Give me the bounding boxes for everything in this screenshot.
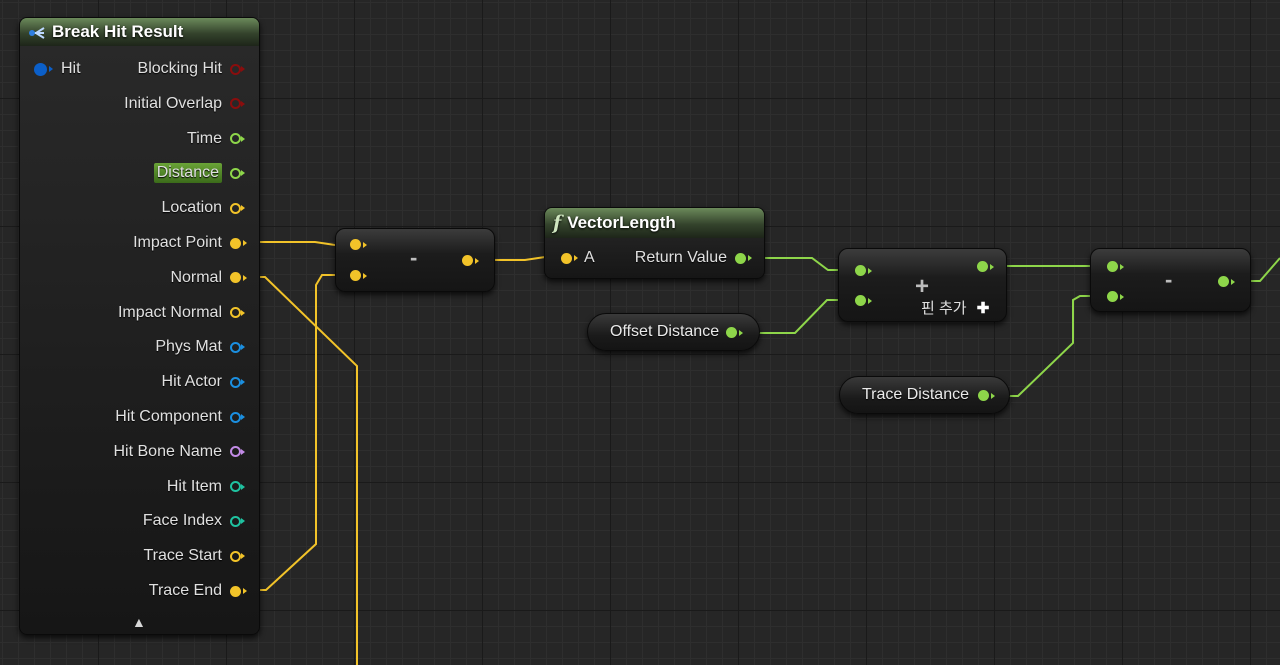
pin-location[interactable]: Location — [161, 197, 241, 219]
vector-pin-icon[interactable] — [230, 307, 241, 319]
pin-label: Hit Component — [115, 408, 222, 425]
pin-label: Time — [187, 129, 222, 147]
vector-pin-icon[interactable] — [230, 272, 241, 284]
float-output-pin[interactable] — [977, 261, 988, 272]
pin-label: Blocking Hit — [137, 60, 222, 77]
pin-hit-input[interactable]: Hit — [34, 58, 81, 80]
pin-label: Distance — [153, 163, 222, 184]
pin-label: Trace Start — [143, 547, 222, 565]
float-input-pin-b[interactable] — [1107, 291, 1118, 302]
add-float-node[interactable]: + 핀 추가 ✚ — [838, 248, 1007, 322]
pin-label: Trace End — [148, 582, 222, 599]
pin-phys-mat[interactable]: Phys Mat — [155, 336, 241, 358]
pin-return-value[interactable]: Return Value — [635, 247, 746, 269]
add-pin-plus-icon: ✚ — [976, 300, 990, 317]
pin-label: Hit Bone Name — [113, 442, 223, 460]
vector-pin-icon[interactable] — [230, 237, 241, 249]
pin-a-input[interactable]: A — [561, 247, 595, 269]
struct-pin-icon[interactable] — [34, 62, 47, 76]
break-hit-result-node[interactable]: Break Hit Result Hit ▲ Blocking Hit Initi… — [19, 17, 260, 635]
vector-length-node[interactable]: f VectorLength A Return Value — [544, 207, 765, 279]
vector-pin-icon[interactable] — [230, 202, 241, 214]
int-pin-icon[interactable] — [230, 515, 241, 527]
function-icon: f — [553, 212, 562, 234]
pin-distance[interactable]: Distance — [153, 162, 241, 184]
pin-label: Impact Normal — [117, 303, 222, 321]
pin-normal[interactable]: Normal — [170, 267, 241, 289]
subtract-symbol: - — [410, 245, 418, 270]
pin-label: Hit Item — [166, 477, 222, 495]
vector-pin-icon[interactable] — [230, 550, 241, 562]
pin-label: Normal — [170, 268, 222, 286]
float-input-pin-b[interactable] — [855, 295, 866, 306]
pin-label: Initial Overlap — [124, 94, 222, 112]
pin-label: Hit Actor — [161, 373, 222, 391]
float-output-pin[interactable] — [1218, 276, 1229, 287]
subtract-vector-node[interactable]: - — [335, 228, 495, 292]
float-pin-icon[interactable] — [735, 252, 746, 264]
float-pin-icon[interactable] — [230, 167, 241, 179]
object-pin-icon[interactable] — [230, 411, 241, 423]
pin-impact-point[interactable]: Impact Point — [133, 232, 241, 254]
vector-length-header[interactable]: f VectorLength — [545, 208, 764, 238]
offset-distance-label: Offset Distance — [610, 323, 720, 340]
object-pin-icon[interactable] — [230, 341, 241, 353]
vector-input-pin-b[interactable] — [350, 270, 361, 281]
subtract-symbol: - — [1165, 267, 1173, 292]
break-struct-icon — [28, 25, 46, 39]
pin-impact-normal[interactable]: Impact Normal — [118, 302, 241, 324]
pin-face-index[interactable]: Face Index — [143, 510, 241, 532]
add-pin-button[interactable]: 핀 추가 ✚ — [921, 297, 989, 318]
pin-label: Face Index — [142, 512, 222, 530]
add-pin-label: 핀 추가 — [921, 300, 967, 317]
bool-pin-icon[interactable] — [230, 63, 241, 75]
pin-label: Impact Point — [133, 234, 222, 251]
pin-trace-start[interactable]: Trace Start — [143, 545, 241, 567]
trace-distance-label: Trace Distance — [862, 386, 969, 403]
pin-label-a: A — [584, 249, 595, 266]
pin-label-hit: Hit — [61, 60, 81, 77]
object-pin-icon[interactable] — [230, 376, 241, 388]
int-pin-icon[interactable] — [230, 481, 241, 493]
break-hit-result-title: Break Hit Result — [52, 22, 184, 41]
float-output-pin[interactable] — [726, 327, 737, 338]
pin-label-return-value: Return Value — [634, 249, 727, 266]
float-pin-icon[interactable] — [230, 133, 241, 145]
vector-pin-icon[interactable] — [561, 252, 572, 264]
pin-hit-actor[interactable]: Hit Actor — [162, 371, 241, 393]
float-input-pin-a[interactable] — [855, 265, 866, 276]
vector-input-pin-a[interactable] — [350, 239, 361, 250]
vector-length-title: VectorLength — [567, 213, 676, 232]
pin-hit-bone-name[interactable]: Hit Bone Name — [113, 441, 241, 463]
break-hit-result-header[interactable]: Break Hit Result — [20, 18, 259, 46]
name-pin-icon[interactable] — [230, 446, 241, 458]
vector-pin-icon[interactable] — [230, 585, 241, 597]
offset-distance-variable[interactable]: Offset Distance — [587, 313, 760, 351]
pin-trace-end[interactable]: Trace End — [149, 580, 241, 602]
vector-output-pin[interactable] — [462, 255, 473, 266]
pin-blocking-hit[interactable]: Blocking Hit — [138, 58, 241, 80]
subtract-float-node[interactable]: - — [1090, 248, 1251, 312]
float-input-pin-a[interactable] — [1107, 261, 1118, 272]
float-output-pin[interactable] — [978, 390, 989, 401]
pin-hit-component[interactable]: Hit Component — [115, 406, 241, 428]
pin-time[interactable]: Time — [187, 128, 241, 150]
trace-distance-variable[interactable]: Trace Distance — [839, 376, 1010, 414]
pin-hit-item[interactable]: Hit Item — [167, 476, 241, 498]
pin-initial-overlap[interactable]: Initial Overlap — [124, 93, 241, 115]
bool-pin-icon[interactable] — [230, 98, 241, 110]
pin-label: Location — [161, 199, 223, 217]
pin-label: Phys Mat — [155, 338, 222, 356]
collapse-arrow-icon[interactable]: ▲ — [132, 614, 146, 630]
